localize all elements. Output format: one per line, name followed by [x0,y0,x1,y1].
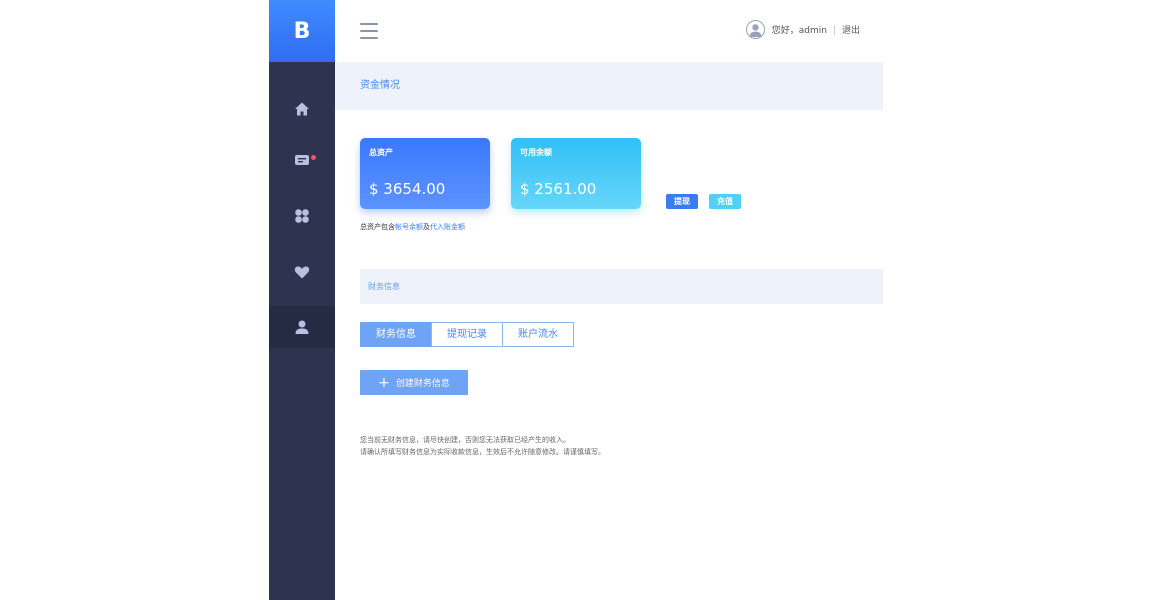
tab-withdraw-records[interactable]: 提现记录 [431,322,503,347]
message-icon [295,155,309,165]
available-balance-label: 可用余额 [520,148,552,157]
finance-section-title: 财务信息 [360,269,883,304]
account-balance-link[interactable]: 帐号余额 [395,223,423,231]
finance-hint: 您当前无财务信息，请尽快创建，否则您无法获取已经产生的收入。 请确认所填写财务信… [360,434,605,458]
brand-logo[interactable]: B [269,0,335,62]
tab-finance-info[interactable]: 财务信息 [360,322,432,347]
notification-badge [311,155,316,160]
sidebar-item-favorites[interactable] [269,251,335,293]
greeting-text: 您好，admin [771,26,827,36]
logout-link[interactable]: 退出 [842,23,860,36]
menu-toggle-icon[interactable] [360,23,378,39]
logo-letter: B [293,18,311,44]
sidebar-item-user[interactable] [269,306,335,348]
funds-section-title: 资金情况 [335,62,883,110]
recharge-button[interactable]: 充值 [709,194,741,209]
plus-icon: + [378,374,390,391]
home-icon [295,102,309,116]
create-finance-info-button[interactable]: + 创建财务信息 [360,370,468,395]
withdraw-button[interactable]: 提现 [666,194,698,209]
available-balance-card: 可用余额 $ 2561.00 [511,138,641,209]
total-assets-amount: $ 3654.00 [369,180,446,198]
create-button-label: 创建财务信息 [395,379,450,389]
main-content: 您好，admin 退出 资金情况 总资产 $ 3654.00 可用余额 $ 25… [335,0,883,600]
note-mid: 及 [423,223,430,231]
avatar[interactable] [745,20,765,39]
grid-icon [295,209,309,223]
heart-icon [294,266,310,279]
pending-amount-link[interactable]: 代入账金额 [430,223,465,231]
user-icon [295,320,309,334]
note-prefix: 总资产包含 [360,223,395,231]
available-balance-amount: $ 2561.00 [520,180,597,198]
hint-line-2: 请确认所填写财务信息为实际收款信息，生效后不允许随意修改。请谨慎填写。 [360,448,605,456]
user-menu: 您好，admin 退出 [745,20,860,39]
assets-note: 总资产包含帐号余额及代入账金额 [360,222,465,232]
avatar-icon [749,24,762,37]
total-assets-label: 总资产 [369,148,393,157]
tab-account-flow[interactable]: 账户流水 [502,322,574,347]
hint-line-1: 您当前无财务信息，请尽快创建，否则您无法获取已经产生的收入。 [360,436,570,444]
sidebar-item-messages[interactable] [269,139,335,181]
divider [833,24,835,35]
finance-tabs: 财务信息 提现记录 账户流水 [360,322,574,347]
total-assets-card: 总资产 $ 3654.00 [360,138,490,209]
sidebar-item-home[interactable] [269,88,335,130]
sidebar-item-apps[interactable] [269,195,335,237]
sidebar: B [269,0,335,600]
